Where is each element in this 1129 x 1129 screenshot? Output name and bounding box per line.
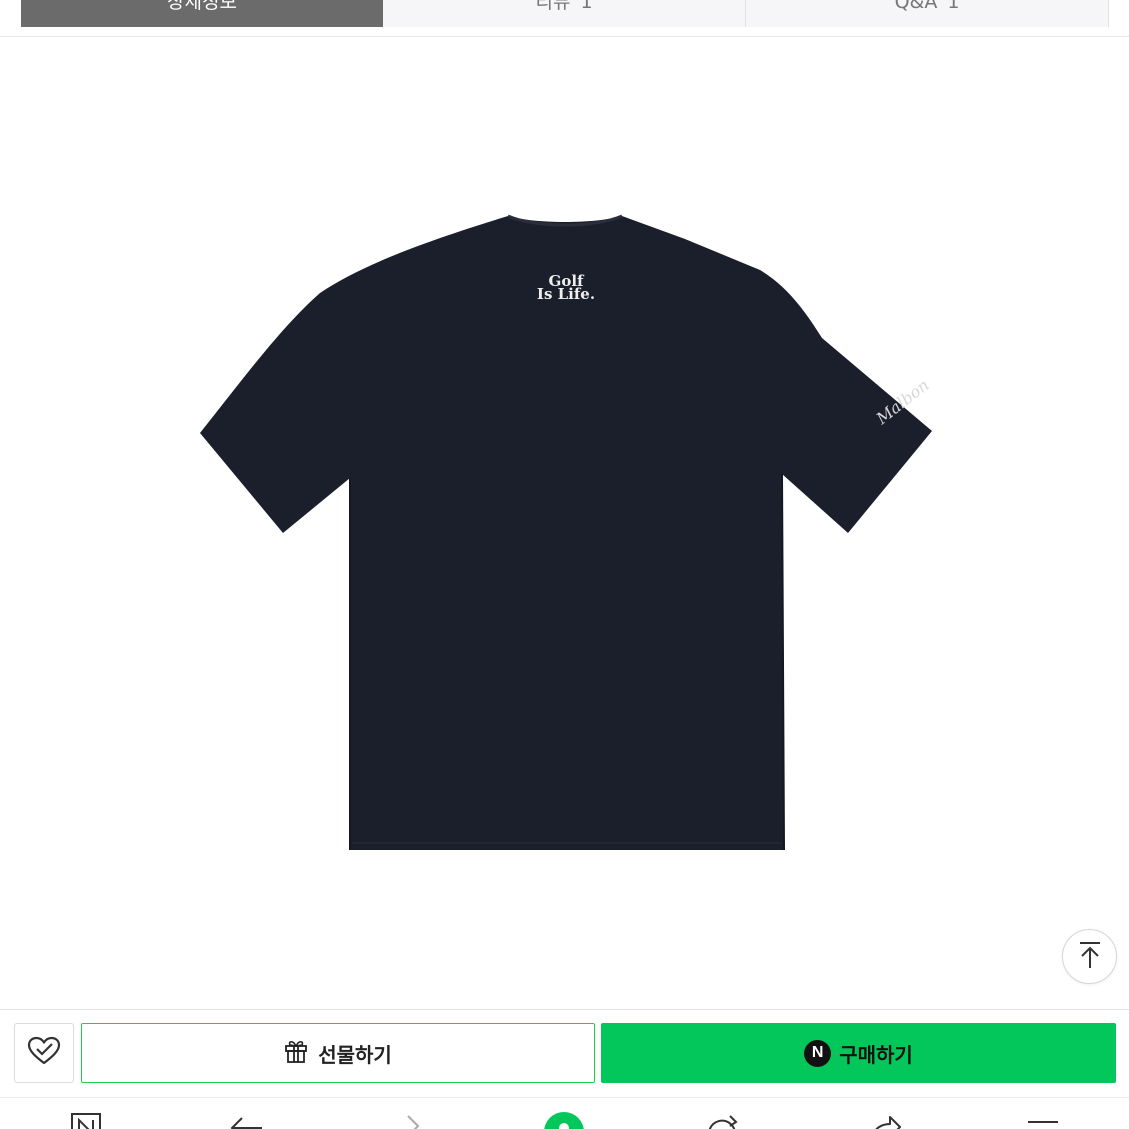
green-home-icon[interactable] [542,1110,586,1129]
scroll-to-top-button[interactable] [1062,929,1117,984]
heart-check-icon [27,1036,61,1070]
naver-pay-badge: N [804,1039,832,1067]
tab-qna-count: 1 [947,0,960,13]
tab-details-label: 상세정보 [167,0,237,13]
arrow-up-to-top-icon [1077,941,1103,973]
purchase-bar: 선물하기 N 구매하기 [0,1009,1129,1096]
share-icon[interactable] [862,1112,906,1129]
tab-reviews-label: 리뷰 [535,0,571,13]
wishlist-button[interactable] [14,1023,74,1083]
refresh-icon[interactable] [700,1112,744,1129]
forward-icon[interactable] [388,1112,432,1129]
tab-qna-label: Q&A [894,0,938,13]
print-line-2: Is Life. [537,285,595,303]
tab-reviews-count: 1 [580,0,593,13]
buy-button[interactable]: N 구매하기 [601,1023,1116,1083]
product-detail-image: Golf Is Life. Malbon [0,38,1129,1008]
browser-bottom-nav [0,1097,1129,1129]
back-icon[interactable] [224,1112,268,1129]
buy-button-label: 구매하기 [839,1042,913,1067]
gift-icon [284,1038,308,1069]
menu-icon[interactable] [1021,1112,1065,1129]
detail-tab-bar: 상세정보 리뷰 1 Q&A 1 [0,0,1129,37]
gift-button-label: 선물하기 [318,1042,392,1067]
gift-button[interactable]: 선물하기 [81,1023,595,1083]
tab-qna[interactable]: Q&A 1 [746,0,1109,27]
shirt-body [200,216,932,850]
tshirt-back-image: Golf Is Life. Malbon [200,214,933,851]
naver-n-icon[interactable] [64,1112,108,1129]
tab-reviews[interactable]: 리뷰 1 [383,0,746,27]
tab-details[interactable]: 상세정보 [21,0,383,27]
